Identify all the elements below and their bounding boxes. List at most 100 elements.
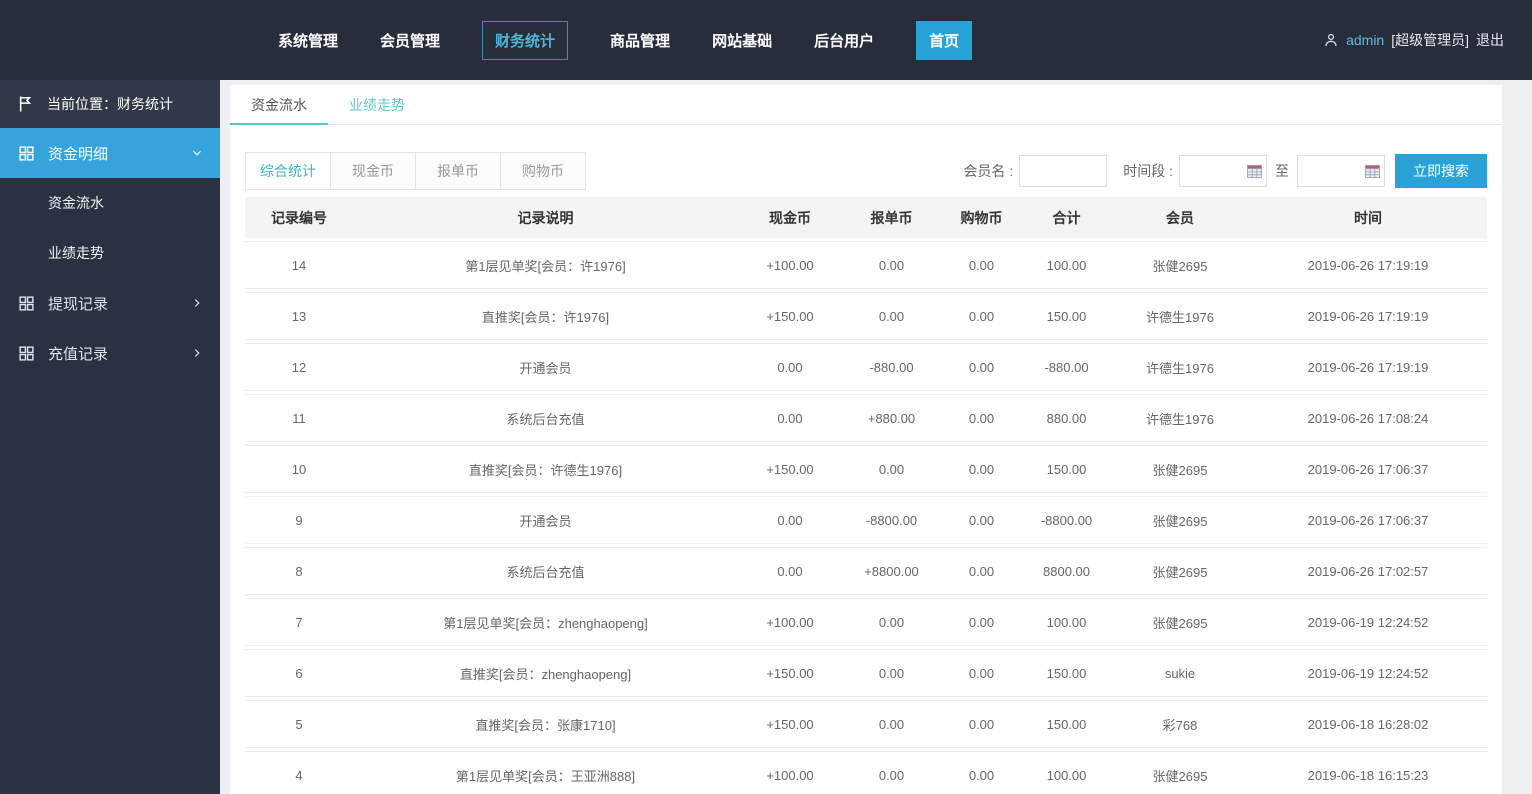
table-cell: 6 xyxy=(245,649,353,697)
table-header-row: 记录编号 记录说明 现金币 报单币 购物币 合计 会员 时间 xyxy=(245,197,1487,238)
main-content: 资金流水业绩走势 综合统计现金币报单币购物币 会员名 : 时间段 : 至 xyxy=(230,85,1502,794)
table-cell: -880.00 xyxy=(1022,343,1111,391)
table-cell: 0.00 xyxy=(941,547,1022,595)
logout-link[interactable]: 退出 xyxy=(1476,30,1504,50)
table-cell: 11 xyxy=(245,394,353,442)
table-cell: +880.00 xyxy=(842,394,941,442)
to-label: 至 xyxy=(1275,163,1289,179)
tab-bar: 资金流水 业绩走势 xyxy=(230,85,1502,125)
toolbar: 综合统计 现金币 报单币 购物币 会员名 : 时间段 : 至 立即搜索 xyxy=(245,152,1487,190)
table-cell: 8800.00 xyxy=(1022,547,1111,595)
table-cell: 880.00 xyxy=(1022,394,1111,442)
user-name[interactable]: admin xyxy=(1346,32,1384,48)
table-cell: 0.00 xyxy=(941,496,1022,544)
nav-item[interactable]: 网站基础 xyxy=(712,30,772,51)
column-header: 记录编号 xyxy=(245,197,353,238)
subtab[interactable]: 现金币 xyxy=(330,152,416,190)
subtab[interactable]: 综合统计 xyxy=(245,152,331,190)
table-cell: 5 xyxy=(245,700,353,748)
subtab[interactable]: 报单币 xyxy=(415,152,501,190)
table-cell: 2019-06-19 12:24:52 xyxy=(1249,649,1487,697)
table-cell: 14 xyxy=(245,241,353,289)
table-cell: 2019-06-26 17:19:19 xyxy=(1249,343,1487,391)
table-cell: 9 xyxy=(245,496,353,544)
table-row: 9 开通会员 0.00 -8800.00 0.00 -8800.00 张健2695 2019-… xyxy=(245,496,1487,544)
table-cell: 直推奖[会员：zhenghaopeng] xyxy=(353,649,738,697)
table-cell: 0.00 xyxy=(941,751,1022,794)
table-cell: 开通会员 xyxy=(353,496,738,544)
table-cell: 0.00 xyxy=(842,700,941,748)
table-cell: 0.00 xyxy=(941,241,1022,289)
column-header: 报单币 xyxy=(842,197,941,238)
table-cell: 0.00 xyxy=(842,649,941,697)
table-cell: -8800.00 xyxy=(842,496,941,544)
table-cell: 13 xyxy=(245,292,353,340)
table-cell: 0.00 xyxy=(842,751,941,794)
nav-item[interactable]: 系统管理 xyxy=(278,30,338,51)
breadcrumb: 当前位置：财务统计 xyxy=(0,80,220,128)
table-cell: 0.00 xyxy=(842,292,941,340)
table-cell: 张健2695 xyxy=(1111,751,1249,794)
table-cell: 100.00 xyxy=(1022,241,1111,289)
table-cell: 2019-06-26 17:19:19 xyxy=(1249,292,1487,340)
table-cell: 150.00 xyxy=(1022,445,1111,493)
sidebar-item[interactable]: 资金明细 xyxy=(0,128,220,178)
records-table: 记录编号 记录说明 现金币 报单币 购物币 合计 会员 时间 14 第1层见单奖[会员：许197… xyxy=(245,194,1487,794)
table-cell: 0.00 xyxy=(738,394,842,442)
table-cell: 0.00 xyxy=(941,649,1022,697)
table-cell: 彩768 xyxy=(1111,700,1249,748)
breadcrumb-label: 当前位置：财务统计 xyxy=(47,96,173,112)
table-cell: 开通会员 xyxy=(353,343,738,391)
table-cell: 0.00 xyxy=(941,598,1022,646)
table-row: 14 第1层见单奖[会员：许1976] +100.00 0.00 0.00 100.00 张… xyxy=(245,241,1487,289)
chevron-right-icon xyxy=(194,299,200,307)
table-cell: 直推奖[会员：张康1710] xyxy=(353,700,738,748)
nav-item[interactable]: 财务统计 xyxy=(482,20,569,60)
table-cell: -880.00 xyxy=(842,343,941,391)
table-cell: 150.00 xyxy=(1022,700,1111,748)
grid-icon xyxy=(19,345,34,361)
table-cell: 100.00 xyxy=(1022,598,1111,646)
subtab[interactable]: 购物币 xyxy=(500,152,586,190)
table-row: 13 直推奖[会员：许1976] +150.00 0.00 0.00 150.00 许德生1… xyxy=(245,292,1487,340)
table-cell: 2019-06-26 17:02:57 xyxy=(1249,547,1487,595)
table-row: 12 开通会员 0.00 -880.00 0.00 -880.00 许德生1976 2019-… xyxy=(245,343,1487,391)
date-from-input[interactable] xyxy=(1179,155,1267,187)
sidebar-item-label: 资金明细 xyxy=(48,145,109,163)
nav-item[interactable]: 后台用户 xyxy=(814,30,874,51)
date-to-input[interactable] xyxy=(1297,155,1385,187)
top-nav-bar: 系统管理 会员管理 财务统计 商品管理 网站基础 后台用户 首页 admin [超级管理员]… xyxy=(0,0,1532,80)
nav-item[interactable]: 会员管理 xyxy=(380,30,440,51)
member-name-input[interactable] xyxy=(1019,155,1108,187)
column-header: 现金币 xyxy=(738,197,842,238)
tab[interactable]: 资金流水 xyxy=(230,85,328,125)
table-cell: 0.00 xyxy=(842,598,941,646)
column-header: 时间 xyxy=(1249,197,1487,238)
table-row: 11 系统后台充值 0.00 +880.00 0.00 880.00 许德生1976 2019… xyxy=(245,394,1487,442)
sidebar-item[interactable]: 提现记录 xyxy=(0,278,220,328)
sidebar-item-label: 提现记录 xyxy=(48,295,109,313)
member-name-label: 会员名 : xyxy=(963,163,1014,179)
nav-item[interactable]: 首页 xyxy=(916,20,973,60)
search-button[interactable]: 立即搜索 xyxy=(1395,154,1487,188)
table-cell: 0.00 xyxy=(941,700,1022,748)
table-cell: 2019-06-26 17:19:19 xyxy=(1249,241,1487,289)
table-row: 4 第1层见单奖[会员：王亚洲888] +100.00 0.00 0.00 100.00 张… xyxy=(245,751,1487,794)
sidebar-subitem[interactable]: 业绩走势 xyxy=(0,228,220,278)
sidebar-item[interactable]: 充值记录 xyxy=(0,328,220,378)
user-icon xyxy=(1325,33,1337,47)
table-cell: +100.00 xyxy=(738,598,842,646)
user-area: admin [超级管理员] 退出 xyxy=(1323,0,1504,80)
tab[interactable]: 业绩走势 xyxy=(328,85,426,125)
table-cell: 第1层见单奖[会员：zhenghaopeng] xyxy=(353,598,738,646)
table-cell: 8 xyxy=(245,547,353,595)
sidebar-subitem[interactable]: 资金流水 xyxy=(0,178,220,228)
table-cell: +8800.00 xyxy=(842,547,941,595)
table-cell: 0.00 xyxy=(941,292,1022,340)
user-role: [超级管理员] xyxy=(1391,32,1469,48)
column-header: 会员 xyxy=(1111,197,1249,238)
table-cell: 0.00 xyxy=(738,496,842,544)
table-cell: +150.00 xyxy=(738,292,842,340)
nav-item[interactable]: 商品管理 xyxy=(610,30,670,51)
table-cell: 张健2695 xyxy=(1111,241,1249,289)
